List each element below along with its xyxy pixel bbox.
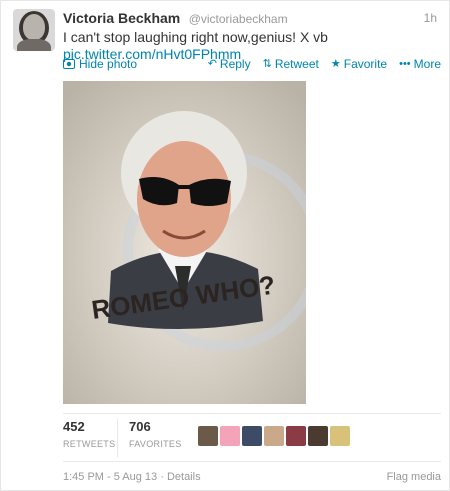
- favorites-count: 706: [129, 419, 151, 434]
- flag-media-link[interactable]: Flag media: [387, 471, 441, 483]
- favorite-label: Favorite: [343, 57, 388, 71]
- tweet-action-row: Hide photo ↶ Reply ⇅ Retweet ★ Favorite …: [63, 57, 441, 75]
- favorite-button[interactable]: ★ Favorite: [331, 57, 387, 71]
- stats-divider-bottom: [63, 461, 441, 462]
- retweets-stat[interactable]: 452 RETWEETS: [63, 419, 115, 449]
- more-button[interactable]: ••• More: [399, 57, 441, 71]
- ellipsis-icon: •••: [399, 57, 411, 70]
- tweet-timestamp[interactable]: 1h: [424, 11, 437, 25]
- favoriters-avatars: [198, 426, 350, 446]
- author-username[interactable]: @victoriabeckham: [189, 12, 288, 26]
- more-label: More: [413, 57, 441, 71]
- photo-icon: [63, 59, 75, 69]
- photo-image: ROMEO WHO?: [63, 81, 306, 404]
- retweet-icon: ⇅: [262, 57, 272, 70]
- retweet-label: Retweet: [274, 57, 319, 71]
- tweet-details-link[interactable]: 1:45 PM - 5 Aug 13 · Details: [63, 471, 201, 483]
- hide-photo-label: Hide photo: [79, 57, 138, 71]
- author-fullname[interactable]: Victoria Beckham: [63, 10, 180, 26]
- tweet-actions: ↶ Reply ⇅ Retweet ★ Favorite ••• More: [208, 57, 441, 71]
- favoriter-avatar[interactable]: [198, 426, 218, 446]
- star-icon: ★: [330, 57, 341, 70]
- hide-photo-button[interactable]: Hide photo: [63, 57, 137, 71]
- favoriter-avatar[interactable]: [242, 426, 262, 446]
- tweet-card: Victoria Beckham @victoriabeckham 1h I c…: [0, 0, 450, 491]
- retweet-button[interactable]: ⇅ Retweet: [263, 57, 319, 71]
- retweets-label: RETWEETS: [63, 439, 116, 449]
- tweet-header: Victoria Beckham @victoriabeckham: [63, 10, 288, 26]
- stat-separator: [117, 419, 118, 457]
- favorites-label: FAVORITES: [129, 439, 182, 449]
- tweet-text: I can't stop laughing right now,genius! …: [63, 29, 328, 45]
- favorites-stat[interactable]: 706 FAVORITES: [129, 419, 182, 449]
- favoriter-avatar[interactable]: [264, 426, 284, 446]
- retweets-count: 452: [63, 419, 85, 434]
- favoriter-avatar[interactable]: [330, 426, 350, 446]
- reply-icon: ↶: [207, 57, 217, 70]
- reply-label: Reply: [219, 57, 251, 71]
- favoriter-avatar[interactable]: [308, 426, 328, 446]
- reply-button[interactable]: ↶ Reply: [208, 57, 251, 71]
- favoriter-avatar[interactable]: [220, 426, 240, 446]
- favoriter-avatar[interactable]: [286, 426, 306, 446]
- tweet-photo[interactable]: ROMEO WHO?: [63, 81, 306, 404]
- stats-divider-top: [63, 413, 441, 414]
- avatar[interactable]: [13, 9, 55, 51]
